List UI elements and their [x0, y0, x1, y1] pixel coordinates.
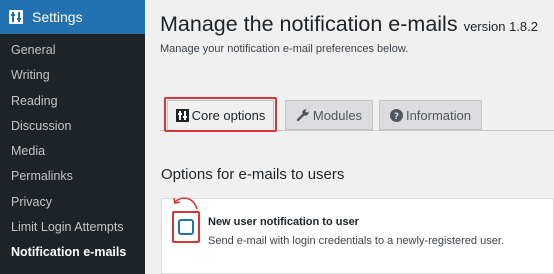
wrench-icon	[296, 108, 310, 122]
tab-information[interactable]: ? Information	[379, 100, 482, 130]
page-subtitle: Manage your notification e-mail preferen…	[160, 43, 409, 55]
page-title: Manage the notification e-mails version …	[160, 12, 538, 37]
sidebar-item-reading[interactable]: Reading	[0, 89, 145, 114]
admin-sidebar: Settings General Writing Reading Discuss…	[0, 0, 153, 274]
svg-text:?: ?	[394, 112, 399, 122]
sidebar-item-media[interactable]: Media	[0, 139, 145, 164]
version-label: version 1.8.2	[463, 19, 538, 34]
question-circle-icon: ?	[389, 108, 403, 122]
core-options-highlight-box	[164, 97, 277, 132]
sidebar-item-permalinks[interactable]: Permalinks	[0, 164, 145, 189]
sidebar-item-general[interactable]: General	[0, 38, 145, 63]
sidebar-item-writing[interactable]: Writing	[0, 63, 145, 88]
option-label: New user notification to user	[208, 216, 359, 228]
sidebar-item-limit-login-attempts[interactable]: Limit Login Attempts	[0, 215, 145, 240]
option-description: Send e-mail with login credentials to a …	[208, 235, 504, 247]
settings-submenu: General Writing Reading Discussion Media…	[0, 38, 145, 266]
new-user-notification-checkbox[interactable]	[178, 219, 194, 235]
sidebar-header-title: Settings	[32, 9, 83, 25]
settings-sliders-icon	[8, 9, 24, 25]
page-title-text: Manage the notification e-mails	[160, 12, 458, 36]
sidebar-item-discussion[interactable]: Discussion	[0, 114, 145, 139]
main-content: Manage the notification e-mails version …	[145, 0, 554, 274]
sidebar-item-notification-emails[interactable]: Notification e-mails	[0, 240, 145, 265]
annotation-arrow-icon	[173, 197, 198, 210]
tab-information-label: Information	[405, 107, 472, 123]
tab-modules[interactable]: Modules	[285, 100, 373, 130]
sidebar-item-privacy[interactable]: Privacy	[0, 190, 145, 215]
tab-modules-label: Modules	[312, 107, 363, 123]
section-title: Options for e-mails to users	[161, 166, 345, 183]
sidebar-header-settings[interactable]: Settings	[0, 0, 153, 34]
